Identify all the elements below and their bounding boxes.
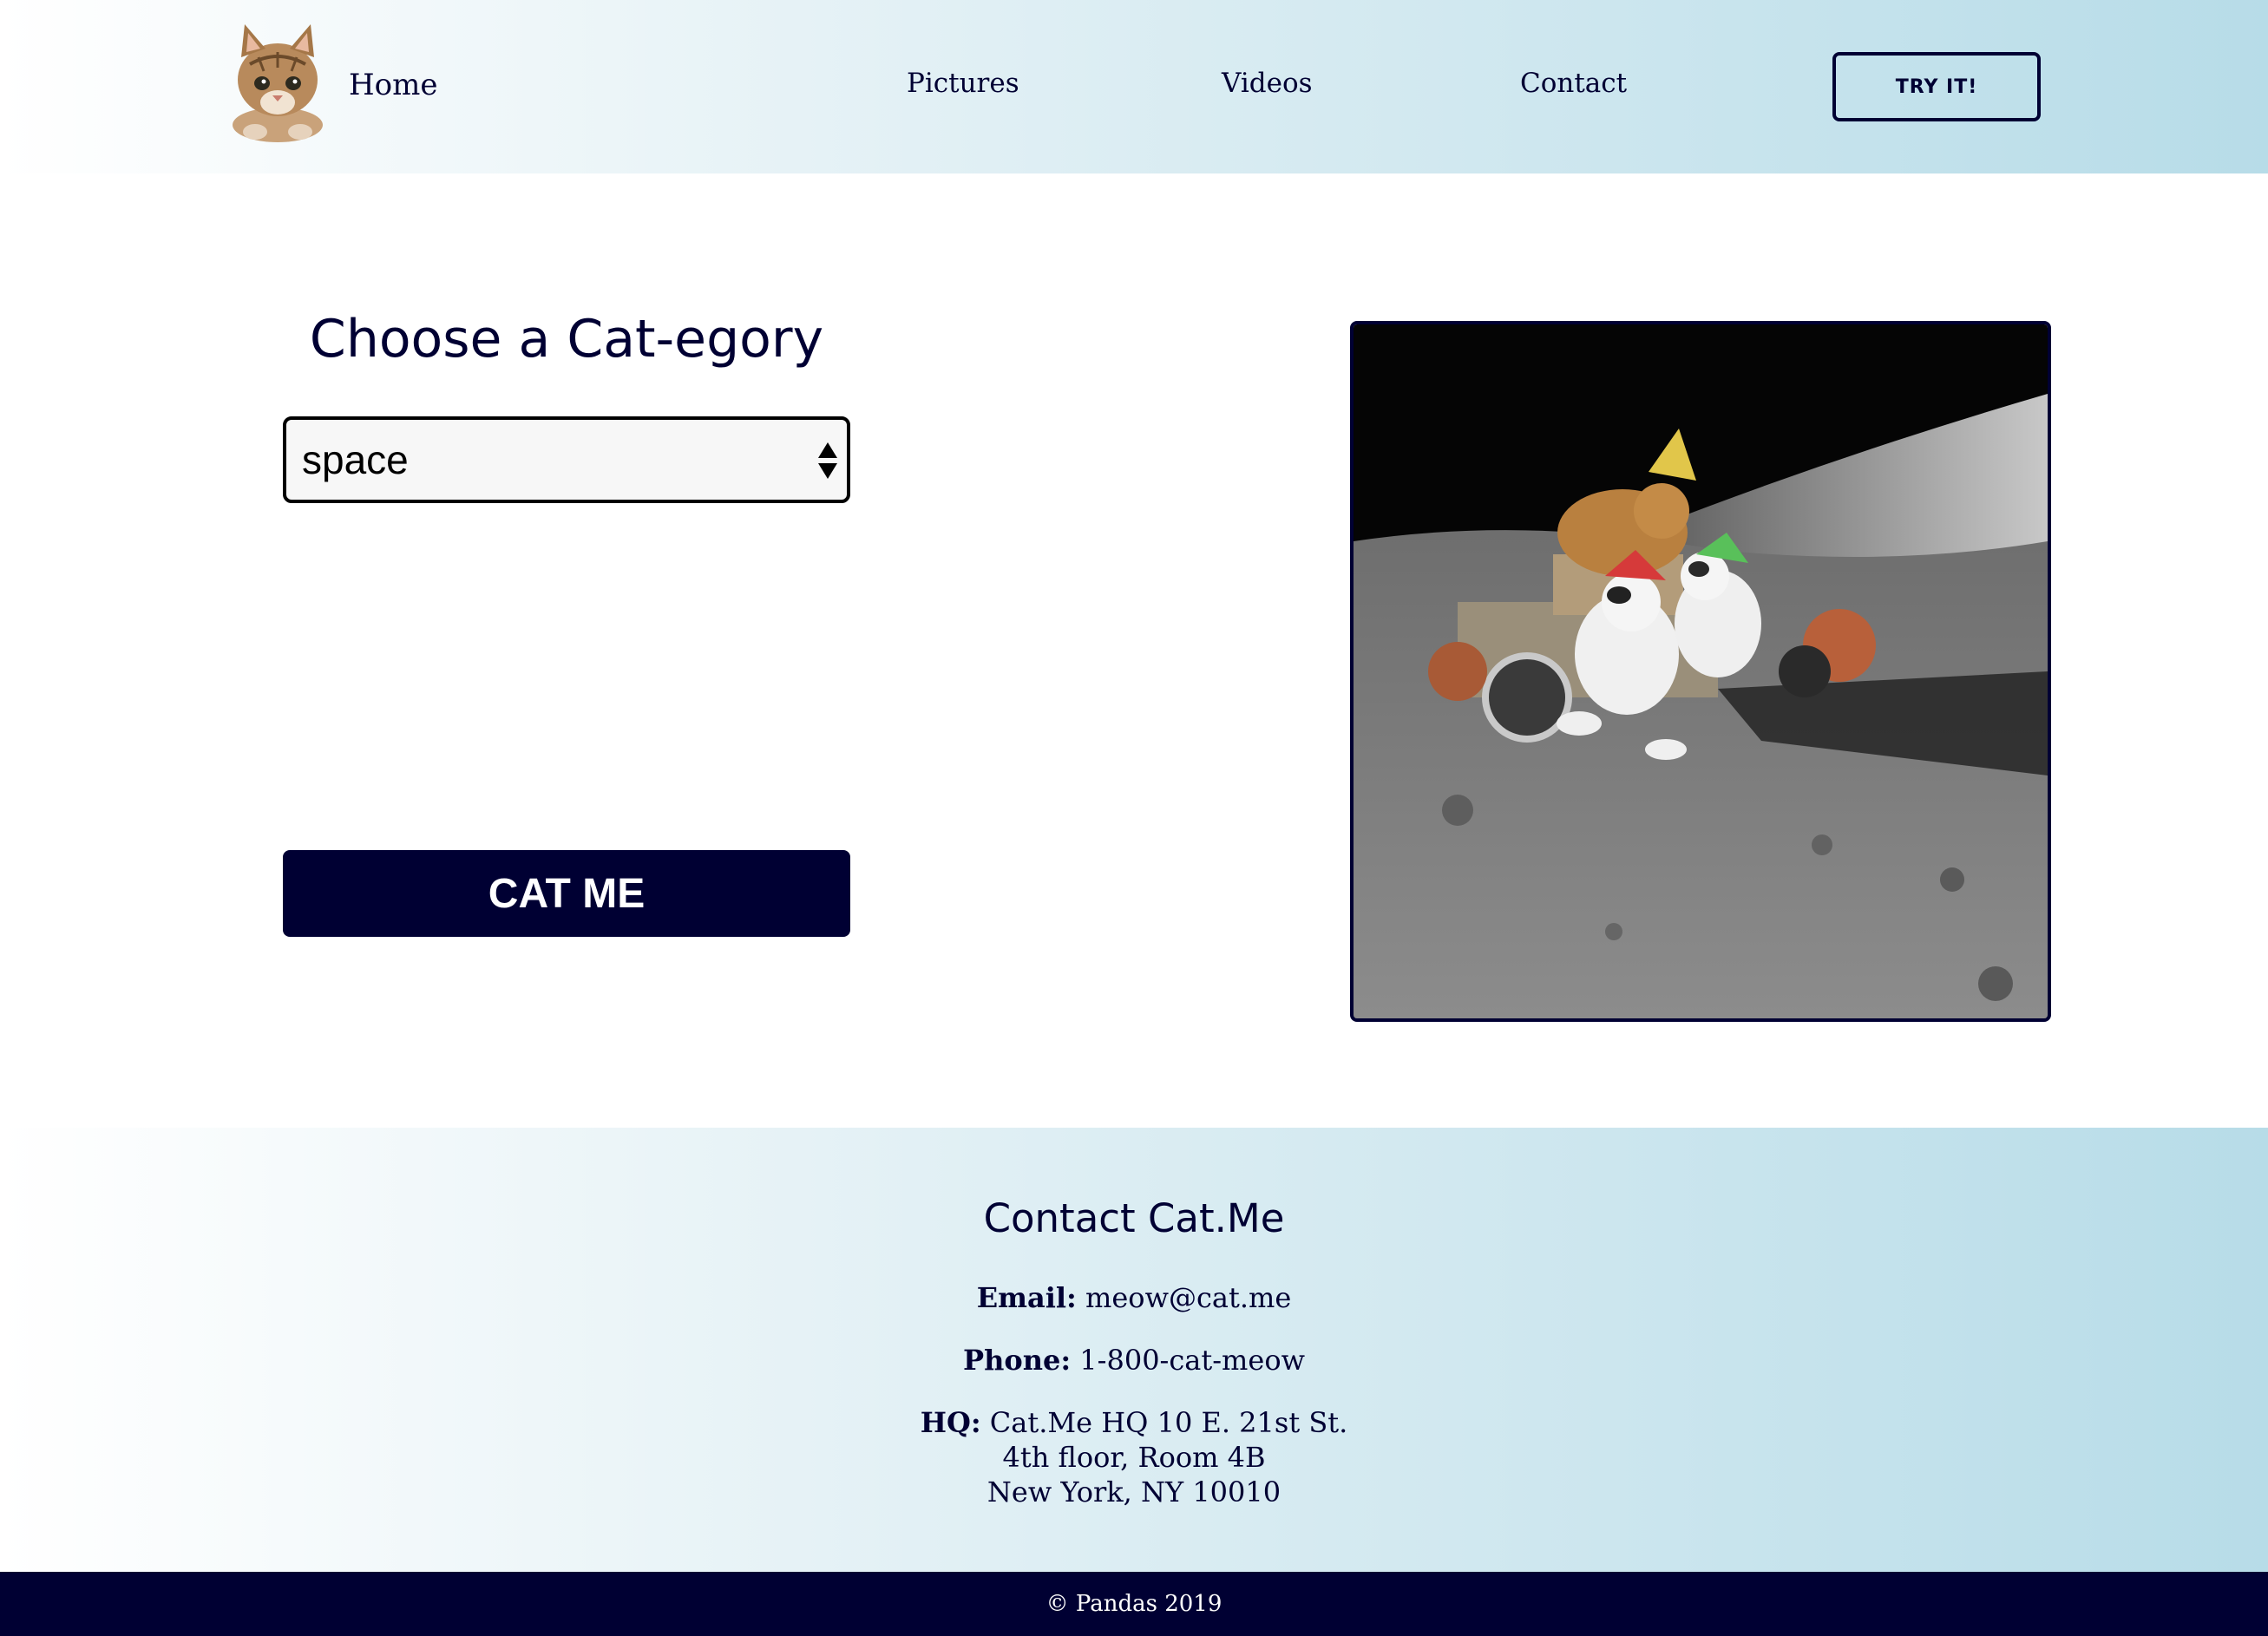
contact-hq: HQ: Cat.Me HQ 10 E. 21st St. 4th floor, …: [0, 1405, 2268, 1509]
nav-videos-link[interactable]: Videos: [1222, 68, 1313, 99]
nav-home-link[interactable]: Home: [349, 68, 437, 102]
try-it-button[interactable]: TRY IT!: [1832, 52, 2041, 121]
contact-phone: Phone: 1-800-cat-meow: [0, 1343, 2268, 1378]
nav-contact-link[interactable]: Contact: [1520, 68, 1627, 99]
nav-pictures-link[interactable]: Pictures: [907, 68, 1019, 99]
copyright-text: © Pandas 2019: [1046, 1591, 1222, 1617]
hq-line-1: Cat.Me HQ 10 E. 21st St.: [989, 1406, 1348, 1439]
category-select-value: space: [302, 437, 409, 482]
contact-section: Contact Cat.Me Email: meow@cat.me Phone:…: [0, 1128, 2268, 1572]
select-arrows-icon: [817, 441, 838, 481]
email-value[interactable]: meow@cat.me: [1085, 1281, 1291, 1314]
kitten-logo-icon[interactable]: [224, 23, 333, 144]
cat-me-button[interactable]: CAT ME: [283, 850, 850, 937]
phone-value: 1-800-cat-meow: [1079, 1344, 1305, 1377]
contact-title: Contact Cat.Me: [983, 1195, 1285, 1241]
hq-line-3: New York, NY 10010: [987, 1476, 1281, 1508]
email-label: Email:: [976, 1281, 1077, 1314]
hq-line-2: 4th floor, Room 4B: [1002, 1441, 1266, 1474]
site-header: Home Pictures Videos Contact TRY IT!: [0, 0, 2268, 173]
hq-label: HQ:: [920, 1406, 981, 1439]
page-title: Choose a Cat-egory: [309, 309, 824, 370]
copyright-bar: © Pandas 2019: [0, 1572, 2268, 1636]
phone-label: Phone:: [963, 1344, 1072, 1377]
category-select[interactable]: space: [283, 416, 850, 503]
contact-email: Email: meow@cat.me: [0, 1280, 2268, 1315]
cats-on-moon-rover-photo: [1350, 321, 2051, 1022]
